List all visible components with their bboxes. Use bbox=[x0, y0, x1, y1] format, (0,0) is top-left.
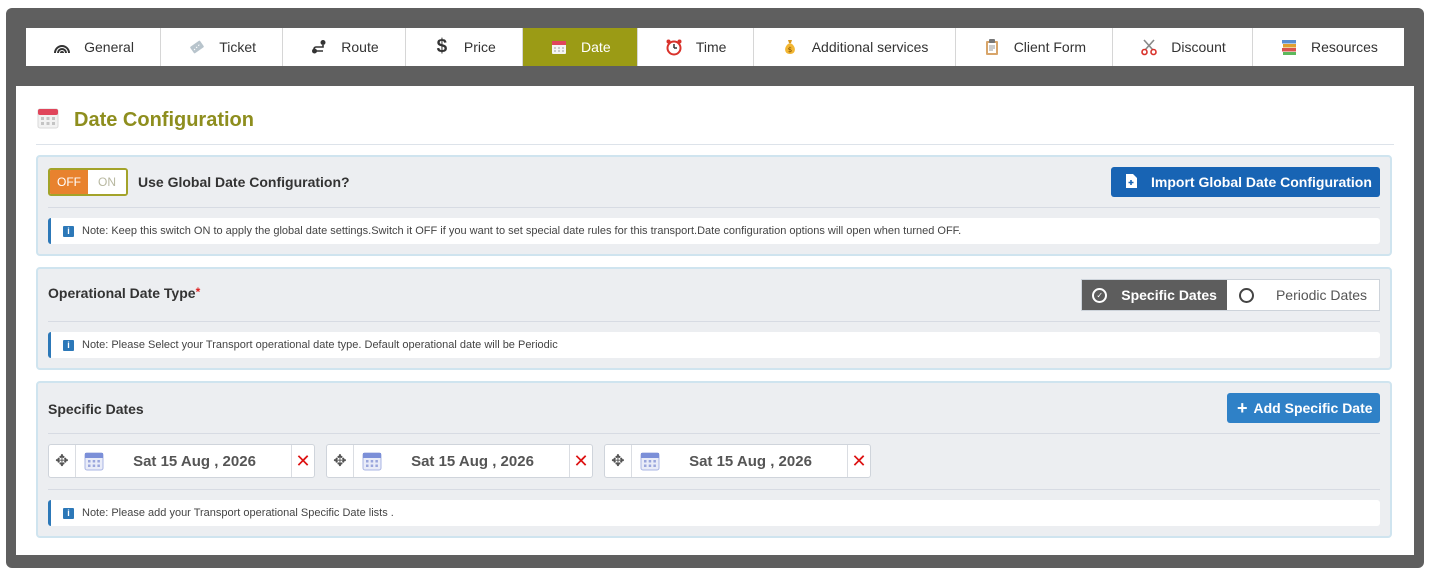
tab-ticket[interactable]: Ticket bbox=[161, 28, 284, 66]
tab-price[interactable]: $ Price bbox=[406, 28, 523, 66]
route-icon bbox=[309, 37, 329, 57]
note-text: Note: Please add your Transport operatio… bbox=[82, 507, 394, 519]
date-type-selector[interactable]: ✓ Specific Dates Periodic Dates bbox=[1081, 279, 1380, 311]
date-input[interactable]: Sat 15 Aug , 2026 bbox=[390, 445, 569, 477]
tab-label: Additional services bbox=[811, 39, 929, 55]
calendar-icon bbox=[354, 445, 390, 477]
tab-route[interactable]: Route bbox=[283, 28, 406, 66]
global-config-section: OFF ON Use Global Date Configuration? Im… bbox=[36, 155, 1392, 256]
info-icon: i bbox=[63, 339, 74, 351]
divider bbox=[48, 207, 1380, 208]
info-icon: i bbox=[63, 225, 74, 237]
page-heading: Date Configuration bbox=[36, 106, 254, 135]
tab-client-form[interactable]: Client Form bbox=[956, 28, 1114, 66]
option-label: Periodic Dates bbox=[1275, 287, 1367, 303]
note-text: Note: Please Select your Transport opera… bbox=[82, 339, 558, 351]
move-handle-icon[interactable]: ✥ bbox=[327, 445, 354, 477]
move-handle-icon[interactable]: ✥ bbox=[49, 445, 76, 477]
tab-label: Price bbox=[463, 39, 496, 55]
tab-label: General bbox=[84, 39, 134, 55]
toggle-off-option[interactable]: OFF bbox=[50, 170, 88, 194]
divider bbox=[48, 489, 1380, 490]
move-handle-icon[interactable]: ✥ bbox=[605, 445, 632, 477]
tab-time[interactable]: Time bbox=[638, 28, 754, 66]
option-specific-dates[interactable]: ✓ Specific Dates bbox=[1082, 280, 1227, 310]
specific-date-item: ✥ Sat 15 Aug , 2026 ✕ bbox=[48, 444, 315, 478]
specific-date-item: ✥ Sat 15 Aug , 2026 ✕ bbox=[326, 444, 593, 478]
add-button-label: Add Specific Date bbox=[1253, 400, 1373, 416]
delete-icon[interactable]: ✕ bbox=[569, 445, 592, 477]
svg-text:$: $ bbox=[787, 46, 791, 54]
file-import-icon bbox=[1125, 173, 1137, 191]
divider bbox=[48, 321, 1380, 322]
specific-date-item: ✥ Sat 15 Aug , 2026 ✕ bbox=[604, 444, 871, 478]
tab-general[interactable]: General bbox=[26, 28, 162, 66]
delete-icon[interactable]: ✕ bbox=[291, 445, 314, 477]
info-icon: i bbox=[63, 507, 74, 519]
option-label: Specific Dates bbox=[1121, 287, 1217, 303]
calendar-icon bbox=[36, 106, 60, 135]
tab-label: Resources bbox=[1311, 39, 1378, 55]
tab-label: Ticket bbox=[219, 39, 257, 55]
delete-icon[interactable]: ✕ bbox=[847, 445, 870, 477]
global-config-toggle[interactable]: OFF ON bbox=[48, 168, 128, 196]
specific-dates-section: Specific Dates + Add Specific Date ✥ Sat… bbox=[36, 381, 1392, 538]
plus-icon: + bbox=[1237, 398, 1248, 418]
add-specific-date-button[interactable]: + Add Specific Date bbox=[1227, 393, 1380, 423]
check-circle-icon: ✓ bbox=[1092, 287, 1108, 303]
specific-date-list: ✥ Sat 15 Aug , 2026 ✕ ✥ Sat 15 Aug , 202… bbox=[48, 444, 871, 478]
page-title: Date Configuration bbox=[74, 109, 254, 131]
specific-dates-label: Specific Dates bbox=[48, 401, 144, 417]
app-frame: General Ticket Route $ Price Date Time $… bbox=[6, 8, 1424, 568]
scissors-icon bbox=[1139, 37, 1159, 57]
tab-label: Discount bbox=[1171, 39, 1226, 55]
date-input[interactable]: Sat 15 Aug , 2026 bbox=[112, 445, 291, 477]
tab-bar: General Ticket Route $ Price Date Time $… bbox=[26, 28, 1404, 66]
global-config-label: Use Global Date Configuration? bbox=[138, 174, 350, 190]
operational-date-type-label: Operational Date Type* bbox=[48, 285, 201, 301]
calendar-icon bbox=[632, 445, 668, 477]
import-button-label: Import Global Date Configuration bbox=[1151, 174, 1372, 190]
tab-label: Time bbox=[695, 39, 727, 55]
tab-label: Date bbox=[581, 39, 611, 55]
dollar-icon: $ bbox=[436, 36, 448, 57]
note-text: Note: Keep this switch ON to apply the g… bbox=[82, 225, 962, 237]
tab-date[interactable]: Date bbox=[522, 28, 638, 66]
money-bag-icon: $ bbox=[780, 37, 800, 57]
books-icon bbox=[1279, 37, 1299, 57]
rss-arc-icon bbox=[52, 37, 72, 57]
tab-label: Client Form bbox=[1013, 39, 1087, 55]
tab-additional-services[interactable]: $ Additional services bbox=[754, 28, 956, 66]
operational-date-type-section: Operational Date Type* ✓ Specific Dates … bbox=[36, 267, 1392, 370]
tab-discount[interactable]: Discount bbox=[1113, 28, 1253, 66]
calendar-icon bbox=[549, 37, 569, 57]
ticket-icon bbox=[187, 37, 207, 57]
radio-circle-icon bbox=[1238, 287, 1254, 303]
toggle-on-option[interactable]: ON bbox=[88, 170, 126, 194]
tab-label: Route bbox=[341, 39, 379, 55]
tab-resources[interactable]: Resources bbox=[1253, 28, 1404, 66]
required-mark: * bbox=[195, 285, 201, 299]
calendar-icon bbox=[76, 445, 112, 477]
specific-dates-note: i Note: Please add your Transport operat… bbox=[48, 500, 1380, 526]
heading-divider bbox=[36, 144, 1394, 145]
option-periodic-dates[interactable]: Periodic Dates bbox=[1226, 280, 1379, 310]
date-panel: Date Configuration OFF ON Use Global Dat… bbox=[16, 86, 1414, 555]
divider bbox=[48, 433, 1380, 434]
global-config-note: i Note: Keep this switch ON to apply the… bbox=[48, 218, 1380, 244]
date-type-note: i Note: Please Select your Transport ope… bbox=[48, 332, 1380, 358]
import-global-config-button[interactable]: Import Global Date Configuration bbox=[1111, 167, 1380, 197]
clipboard-icon bbox=[982, 37, 1002, 57]
alarm-clock-icon bbox=[664, 37, 684, 57]
date-input[interactable]: Sat 15 Aug , 2026 bbox=[668, 445, 847, 477]
